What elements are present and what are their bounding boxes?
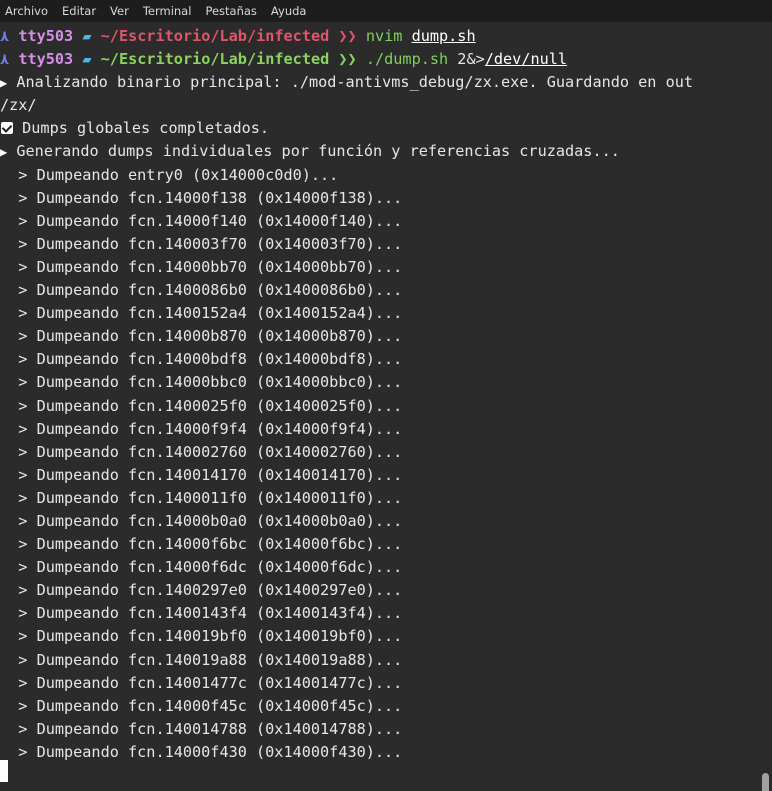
arch-linux-icon: ⋏ xyxy=(0,50,10,69)
menu-terminal[interactable]: Terminal xyxy=(136,0,199,22)
dump-line: > Dumpeando fcn.140003f70 (0x140003f70).… xyxy=(0,234,403,253)
menu-editar[interactable]: Editar xyxy=(55,0,103,22)
scrollbar-thumb[interactable] xyxy=(762,773,769,791)
analyzing-text: Analizando binario principal: ./mod-anti… xyxy=(16,73,694,92)
menu-ver[interactable]: Ver xyxy=(103,0,136,22)
dump-line: > Dumpeando fcn.140019bf0 (0x140019bf0).… xyxy=(0,627,403,646)
dump-line: > Dumpeando fcn.1400025f0 (0x1400025f0).… xyxy=(0,396,403,415)
dump-line: > Dumpeando fcn.1400152a4 (0x1400152a4).… xyxy=(0,304,403,323)
terminal-output[interactable]: ⋏ tty503 ▰ ~/Escritorio/Lab/infected ❯❯ … xyxy=(0,25,758,791)
dump-line: > Dumpeando fcn.14000f9f4 (0x14000f9f4).… xyxy=(0,419,403,438)
prompt-user: tty503 xyxy=(18,27,74,45)
dump-line: > Dumpeando fcn.14000bb70 (0x14000bb70).… xyxy=(0,257,403,276)
dump-line: > Dumpeando fcn.14000f6dc (0x14000f6dc).… xyxy=(0,558,403,577)
dump-line: > Dumpeando fcn.1400297e0 (0x1400297e0).… xyxy=(0,581,403,600)
command-redirect: 2&> xyxy=(448,50,485,69)
dump-line: > Dumpeando fcn.14001477c (0x14001477c).… xyxy=(0,673,403,692)
globals-done-text: Dumps globales completados. xyxy=(13,119,270,138)
triangle-right-icon: ▶ xyxy=(0,145,8,160)
output-line: /zx/ xyxy=(0,94,758,117)
dump-lines: > Dumpeando entry0 (0x14000c0d0)... > Du… xyxy=(0,164,758,764)
scrollbar[interactable] xyxy=(758,22,772,791)
command-name: ./dump.sh xyxy=(365,50,449,69)
command-name: nvim xyxy=(365,27,403,45)
dump-line: > Dumpeando fcn.14000bdf8 (0x14000bdf8).… xyxy=(0,350,403,369)
dump-line: > Dumpeando entry0 (0x14000c0d0)... xyxy=(0,165,339,184)
checkbox-icon xyxy=(1,122,13,135)
dump-line: > Dumpeando fcn.140002760 (0x140002760).… xyxy=(0,442,403,461)
prompt-chevron: ❯❯ xyxy=(338,27,357,45)
generating-text: Generando dumps individuales por función… xyxy=(16,142,620,161)
output-line: ▶ Generando dumps individuales por funci… xyxy=(0,140,758,163)
prompt-line: ⋏ tty503 ▰ ~/Escritorio/Lab/infected ❯❯ … xyxy=(0,25,758,48)
menu-ayuda[interactable]: Ayuda xyxy=(264,0,314,22)
prompt-line: ⋏ tty503 ▰ ~/Escritorio/Lab/infected ❯❯ … xyxy=(0,48,758,71)
output-line: Dumps globales completados. xyxy=(0,117,758,140)
dump-line: > Dumpeando fcn.1400143f4 (0x1400143f4).… xyxy=(0,604,403,623)
folder-icon: ▰ xyxy=(82,50,92,69)
dump-line: > Dumpeando fcn.14000b870 (0x14000b870).… xyxy=(0,327,403,346)
dump-line: > Dumpeando fcn.14000f140 (0x14000f140).… xyxy=(0,211,403,230)
prompt-chevron: ❯❯ xyxy=(338,50,357,69)
dump-line: > Dumpeando fcn.14000f45c (0x14000f45c).… xyxy=(0,696,403,715)
analyzing-text-wrap: /zx/ xyxy=(0,96,37,115)
command-arg: dump.sh xyxy=(411,27,476,45)
dump-line: > Dumpeando fcn.1400086b0 (0x1400086b0).… xyxy=(0,281,403,300)
dump-line: > Dumpeando fcn.140014170 (0x140014170).… xyxy=(0,465,403,484)
dump-line: > Dumpeando fcn.140014788 (0x140014788).… xyxy=(0,719,403,738)
dump-line: > Dumpeando fcn.14000bbc0 (0x14000bbc0).… xyxy=(0,373,403,392)
dump-line: > Dumpeando fcn.14000b0a0 (0x14000b0a0).… xyxy=(0,511,403,530)
dump-line: > Dumpeando fcn.1400011f0 (0x1400011f0).… xyxy=(0,488,403,507)
output-line: ▶ Analizando binario principal: ./mod-an… xyxy=(0,71,758,94)
prompt-path: ~/Escritorio/Lab/infected xyxy=(100,27,330,45)
prompt-path: ~/Escritorio/Lab/infected xyxy=(100,50,330,69)
dump-line: > Dumpeando fcn.14000f138 (0x14000f138).… xyxy=(0,188,403,207)
menu-archivo[interactable]: Archivo xyxy=(0,0,55,22)
triangle-right-icon: ▶ xyxy=(0,76,8,91)
menu-bar: Archivo Editar Ver Terminal Pestañas Ayu… xyxy=(0,0,772,22)
prompt-user: tty503 xyxy=(18,50,74,69)
menu-pestanas[interactable]: Pestañas xyxy=(198,0,263,22)
terminal-cursor xyxy=(0,760,8,782)
arch-linux-icon: ⋏ xyxy=(0,27,10,45)
folder-icon: ▰ xyxy=(82,27,92,45)
command-arg: /dev/null xyxy=(484,50,568,69)
terminal-window: Archivo Editar Ver Terminal Pestañas Ayu… xyxy=(0,0,772,791)
dump-line: > Dumpeando fcn.14000f430 (0x14000f430).… xyxy=(0,742,403,761)
dump-line: > Dumpeando fcn.14000f6bc (0x14000f6bc).… xyxy=(0,535,403,554)
dump-line: > Dumpeando fcn.140019a88 (0x140019a88).… xyxy=(0,650,403,669)
